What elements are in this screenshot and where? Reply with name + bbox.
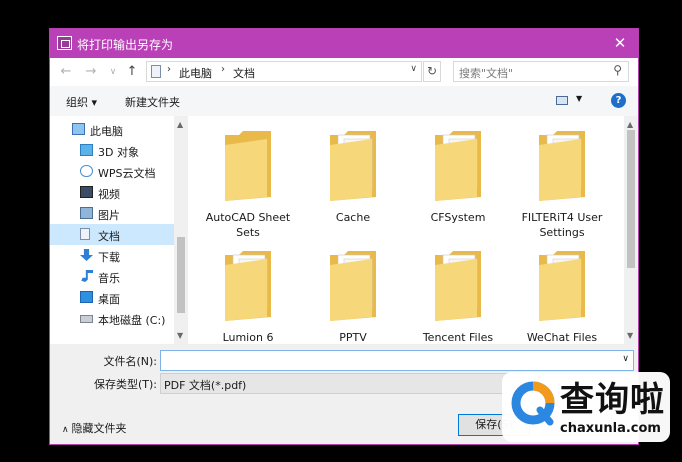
sidebar-item-label: 3D 对象 — [98, 146, 139, 159]
folder-icon — [330, 131, 376, 201]
search-placeholder: 搜索"文档" — [459, 67, 514, 80]
navigation-bar: ← → ∨ ↑ › 此电脑 › 文档 ∨ ↻ 搜索"文档" ⚲ — [50, 58, 638, 86]
chevron-down-icon[interactable]: ∨ — [410, 64, 417, 74]
close-icon[interactable]: ✕ — [602, 29, 638, 58]
sidebar-item[interactable]: 文档 — [50, 224, 174, 245]
breadcrumb-documents[interactable]: 文档 — [233, 65, 255, 81]
sidebar-item-label: 本地磁盘 (C:) — [98, 314, 166, 327]
hide-folders-label: 隐藏文件夹 — [71, 422, 127, 435]
search-icon[interactable]: ⚲ — [613, 63, 622, 77]
sidebar-item-label: 文档 — [98, 230, 120, 243]
picture-icon — [80, 207, 93, 219]
sidebar-item-label: 此电脑 — [90, 125, 123, 138]
folder-icon — [330, 251, 376, 321]
help-icon[interactable]: ? — [611, 93, 626, 108]
desktop-icon — [80, 291, 93, 303]
watermark-logo: 查询啦 chaxunla.com — [502, 372, 670, 442]
download-icon — [80, 249, 93, 261]
filetype-value: PDF 文档(*.pdf) — [164, 379, 247, 392]
up-arrow-icon[interactable]: ↑ — [124, 64, 140, 80]
filename-input[interactable]: ∨ — [160, 350, 634, 371]
scroll-thumb[interactable] — [627, 130, 635, 268]
breadcrumb-separator: › — [167, 64, 171, 75]
search-box[interactable]: 搜索"文档" ⚲ — [453, 61, 629, 82]
folder-name: Tencent Files — [422, 331, 494, 344]
sidebar-item[interactable]: 下载 — [50, 245, 174, 266]
breadcrumb-this-pc[interactable]: 此电脑 — [179, 65, 212, 81]
sidebar-item[interactable]: WPS云文档 — [50, 161, 174, 182]
sidebar-item[interactable]: 视频 — [50, 182, 174, 203]
folder-name: WeChat Files — [526, 331, 598, 344]
title-bar[interactable]: 将打印输出另存为 ✕ — [50, 29, 638, 58]
music-icon — [81, 270, 93, 282]
video-icon — [80, 186, 93, 198]
folder-icon — [539, 131, 585, 201]
watermark-brand: 查询啦 — [560, 380, 665, 420]
window-title: 将打印输出另存为 — [77, 38, 174, 52]
view-mode-icon[interactable] — [556, 96, 568, 105]
folder-item[interactable]: Tencent Files — [406, 236, 510, 352]
sidebar-item-label: WPS云文档 — [98, 167, 156, 180]
watermark-q-icon — [511, 381, 555, 426]
folder-icon — [225, 131, 271, 201]
file-list: AutoCAD Sheet Sets Cache CFSystem FILTERiT4… — [188, 116, 638, 344]
folder-item[interactable]: Cache — [301, 116, 405, 232]
forward-arrow-icon[interactable]: → — [83, 64, 99, 80]
folder-name: CFSystem — [430, 211, 486, 224]
navigation-pane: 此电脑 3D 对象 WPS云文档 视频图片文档下载音乐桌面本地磁盘 (C:) ▲ ▼ — [50, 116, 188, 344]
sidebar-item[interactable]: 3D 对象 — [50, 140, 174, 161]
new-folder-button[interactable]: 新建文件夹 — [125, 94, 180, 110]
folder-item[interactable]: CFSystem — [406, 116, 510, 232]
folder-item[interactable]: WeChat Files — [510, 236, 614, 352]
folder-icon — [539, 251, 585, 321]
folder-name: PPTV — [339, 331, 367, 344]
watermark-domain: chaxunla.com — [560, 421, 661, 436]
sidebar-item-label: 音乐 — [98, 272, 120, 285]
app-icon — [57, 36, 72, 50]
drive-icon — [80, 315, 93, 323]
hide-folders-button[interactable]: ∧ 隐藏文件夹 — [62, 420, 126, 436]
sidebar-item[interactable]: 本地磁盘 (C:) — [50, 308, 174, 329]
folder-item[interactable]: FILTERiT4 User Settings — [510, 116, 614, 239]
folder-name: Cache — [335, 211, 371, 224]
filename-label: 文件名(N): — [103, 355, 157, 368]
cube-3d-icon — [80, 144, 93, 156]
computer-icon — [72, 123, 85, 135]
refresh-icon[interactable]: ↻ — [423, 61, 441, 82]
sidebar-item-label: 桌面 — [98, 293, 120, 306]
sidebar-scrollbar[interactable]: ▲ ▼ — [174, 116, 188, 344]
filetype-label: 保存类型(T): — [93, 378, 157, 391]
sidebar-item-label: 图片 — [98, 209, 120, 222]
sidebar-item[interactable]: 音乐 — [50, 266, 174, 287]
scroll-thumb[interactable] — [177, 237, 185, 313]
chevron-down-icon[interactable]: ∨ — [622, 354, 629, 364]
sidebar-item[interactable]: 图片 — [50, 203, 174, 224]
sidebar-item[interactable]: 桌面 — [50, 287, 174, 308]
organize-button[interactable]: 组织 ▾ — [66, 94, 97, 110]
scroll-up-icon[interactable]: ▲ — [177, 120, 183, 129]
scroll-down-icon[interactable]: ▼ — [627, 331, 633, 340]
toolbar: 组织 ▾ 新建文件夹 ▼ ? — [50, 86, 638, 116]
scroll-up-icon[interactable]: ▲ — [627, 120, 633, 129]
sidebar-item-label: 视频 — [98, 188, 120, 201]
scroll-down-icon[interactable]: ▼ — [177, 331, 183, 340]
content-scrollbar[interactable]: ▲ ▼ — [624, 116, 638, 344]
folder-name: Lumion 6 — [222, 331, 274, 344]
recent-locations-icon[interactable]: ∨ — [105, 64, 121, 80]
sidebar-item-label: 下载 — [98, 251, 120, 264]
document-icon — [80, 228, 90, 240]
document-icon — [151, 65, 161, 78]
folder-icon — [435, 251, 481, 321]
view-options-chevron-icon[interactable]: ▼ — [576, 94, 582, 103]
folder-item[interactable]: PPTV — [301, 236, 405, 352]
back-arrow-icon[interactable]: ← — [58, 64, 74, 80]
breadcrumb-separator: › — [221, 64, 225, 75]
folder-icon — [435, 131, 481, 201]
folder-item[interactable]: Lumion 6 — [196, 236, 300, 352]
folder-icon — [225, 251, 271, 321]
address-bar[interactable]: › 此电脑 › 文档 ∨ — [146, 61, 422, 82]
folder-item[interactable]: AutoCAD Sheet Sets — [196, 116, 300, 239]
sidebar-item[interactable]: 此电脑 — [50, 119, 174, 140]
cloud-icon — [80, 165, 93, 177]
